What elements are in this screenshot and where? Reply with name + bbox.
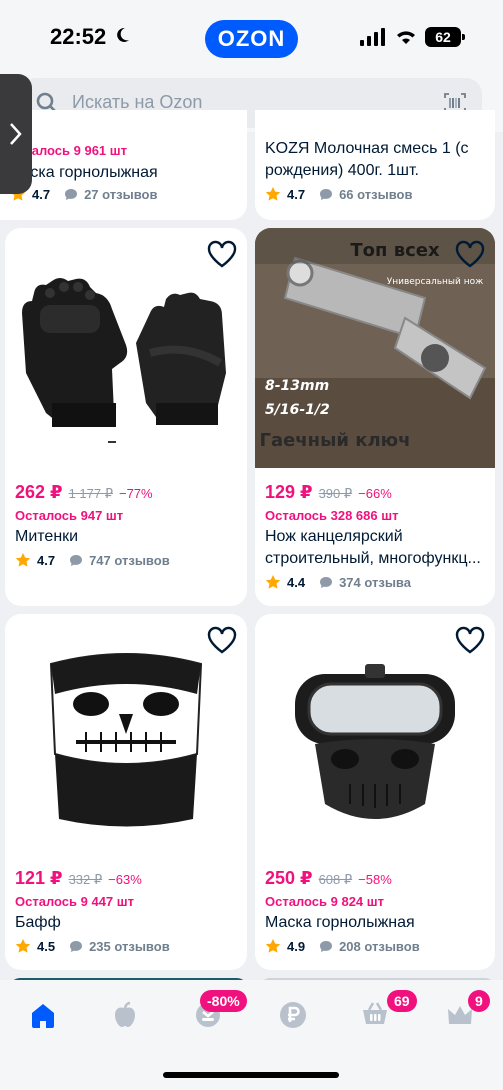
rating-value: 4.7 [287, 186, 306, 202]
reviews-count: 235 отзывов [89, 938, 170, 954]
product-card[interactable]: Топ всех Универсальный нож 8-13mm 5/16-1… [255, 228, 495, 606]
image-text-knife: Универсальный нож [387, 277, 484, 287]
product-rating: 4.7 66 отзывов [265, 186, 412, 202]
reviews-count: 747 отзывов [89, 552, 170, 568]
discount-badge: -80% [200, 990, 247, 1012]
price-line: 121 ₽ 332 ₽ −63% [15, 868, 142, 889]
comment-icon [320, 576, 333, 588]
old-price: 390 ₽ [318, 486, 353, 501]
ski-mask-image [295, 664, 455, 819]
star-icon [265, 575, 281, 589]
comment-icon [70, 940, 83, 952]
image-text-size1: 8-13mm [265, 378, 329, 394]
old-price: 332 ₽ [68, 872, 103, 887]
price: 250 ₽ [265, 868, 313, 888]
rating-value: 4.5 [37, 938, 56, 954]
signal-icon [360, 28, 385, 46]
product-card[interactable]: 250 ₽ 608 ₽ −58% Осталось 9 824 шт Маска г… [255, 614, 495, 970]
heart-icon[interactable] [455, 626, 485, 654]
image-text-size2: 5/16-1/2 [265, 402, 330, 418]
moon-icon [117, 27, 129, 42]
product-rating: 4.5 235 отзывов [15, 938, 170, 954]
star-icon [15, 553, 31, 567]
rating-value: 4.4 [287, 574, 306, 590]
product-title: KOZЯ Молочная смесь 1 (с рождения) 400г.… [265, 140, 469, 179]
reviews-count: 374 отзыва [339, 574, 411, 590]
price-line: 262 ₽ 1 177 ₽ −77% [15, 482, 153, 503]
product-title: Бафф [15, 914, 61, 931]
price-line: 250 ₽ 608 ₽ −58% [265, 868, 392, 889]
star-icon [15, 939, 31, 953]
product-title: Митенки [15, 528, 79, 545]
fresh-apple-icon[interactable] [110, 1000, 140, 1030]
discount: −58% [358, 872, 392, 887]
price: 262 ₽ [15, 482, 63, 502]
stock-left: Осталось 947 шт [15, 508, 124, 523]
reviews-count: 208 отзывов [339, 938, 420, 954]
ruble-finance-icon[interactable] [278, 1000, 308, 1030]
product-title: Маска горнолыжная [8, 164, 158, 181]
old-price: 1 177 ₽ [68, 486, 113, 501]
ozon-logo[interactable]: OZON [205, 20, 298, 58]
heart-icon[interactable] [455, 240, 485, 268]
gloves-image [22, 278, 226, 443]
chevron-right-icon [10, 123, 22, 145]
product-title: Нож канцелярский строительный, многофунк… [265, 528, 481, 567]
product-rating: 4.7 27 отзывов [10, 186, 157, 202]
product-card[interactable]: 121 ₽ 332 ₽ −63% Осталось 9 447 шт Бафф 4.… [5, 614, 247, 970]
old-price: 608 ₽ [318, 872, 353, 887]
status-bar: 22:52 OZON 62 [0, 0, 503, 70]
home-indicator [163, 1072, 339, 1078]
price: 129 ₽ [265, 482, 313, 502]
rating-value: 4.7 [37, 552, 56, 568]
heart-icon[interactable] [207, 240, 237, 268]
product-rating: 4.7 747 отзывов [15, 552, 170, 568]
reviews-count: 27 отзывов [84, 186, 158, 202]
wifi-icon [397, 31, 415, 44]
discount: −77% [118, 486, 153, 501]
reviews-count: 66 отзывов [339, 186, 413, 202]
battery-indicator: 62 [425, 27, 465, 47]
comment-icon [320, 188, 333, 200]
cart-badge: 69 [387, 990, 417, 1012]
product-rating: 4.4 374 отзыва [265, 574, 411, 590]
side-back-tab[interactable] [0, 74, 32, 194]
product-title: Маска горнолыжная [265, 914, 415, 931]
heart-icon[interactable] [207, 626, 237, 654]
discount: −66% [358, 486, 392, 501]
price-line: 129 ₽ 390 ₽ −66% [265, 482, 392, 503]
product-card[interactable]: Осталось 9 961 шт Маска горнолыжная 4.7 … [0, 110, 247, 220]
buff-image [49, 653, 203, 827]
product-rating: 4.9 208 отзывов [265, 938, 420, 954]
product-card[interactable]: KOZЯ Молочная смесь 1 (с рождения) 400г.… [255, 110, 495, 220]
home-icon[interactable] [28, 1000, 58, 1030]
product-card[interactable]: 262 ₽ 1 177 ₽ −77% Осталось 947 шт Митенки… [5, 228, 247, 606]
rating-value: 4.9 [287, 938, 306, 954]
star-icon [265, 187, 281, 201]
image-text-top: Топ всех [350, 240, 440, 261]
stock-left: Осталось 9 824 шт [265, 894, 384, 909]
comment-icon [320, 940, 333, 952]
stock-left: Осталось 9 447 шт [15, 894, 134, 909]
cart-icon[interactable] [360, 1000, 390, 1030]
profile-badge: 9 [468, 990, 490, 1012]
price: 121 ₽ [15, 868, 63, 888]
rating-value: 4.7 [32, 186, 51, 202]
discount: −63% [108, 872, 142, 887]
stock-left: Осталось 328 686 шт [265, 508, 399, 523]
comment-icon [70, 554, 83, 566]
star-icon [265, 939, 281, 953]
image-text-bottom: Гаечный ключ [259, 430, 410, 451]
comment-icon [65, 188, 78, 200]
clock: 22:52 [50, 24, 107, 49]
